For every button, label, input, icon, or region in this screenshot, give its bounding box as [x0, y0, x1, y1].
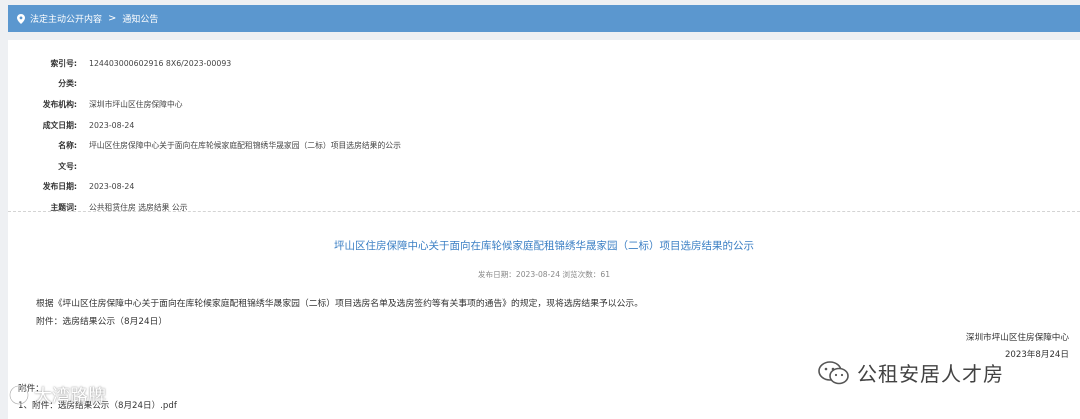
meta-row-written-date: 成文日期: 2023-08-24 — [8, 115, 1080, 136]
divider — [8, 211, 1080, 212]
breadcrumb-link-notices[interactable]: 通知公告 — [122, 12, 158, 25]
meta-row-category: 分类: — [8, 74, 1080, 95]
meta-label: 分类: — [58, 79, 77, 89]
location-pin-icon — [17, 13, 25, 24]
meta-label: 文号: — [58, 161, 77, 171]
meta-row-doc-number: 文号: — [8, 156, 1080, 177]
wechat-icon — [818, 360, 849, 384]
meta-row-name: 名称: 坪山区住房保障中心关于面向在库轮候家庭配租锦绣华晟家园（二标）项目选房结… — [8, 135, 1080, 156]
watermark-right-text: 公租安居人才房 — [857, 362, 1004, 386]
watermark-logo-icon — [9, 385, 29, 405]
breadcrumb: 法定主动公开内容 > 通知公告 — [8, 5, 1080, 32]
metadata-table: 索引号: 124403000602916 8X6/2023-00093 分类: … — [8, 53, 1080, 218]
article-info: 发布日期：2023-08-24 浏览次数：61 — [477, 270, 611, 279]
meta-label: 发布机构: — [42, 99, 77, 109]
meta-row-index: 索引号: 124403000602916 8X6/2023-00093 — [8, 53, 1080, 74]
breadcrumb-separator-icon: > — [108, 13, 117, 24]
meta-row-keywords: 主题词: 公共租赁住房 选房结果 公示 — [8, 197, 1080, 218]
meta-value: 2023-08-24 — [89, 120, 135, 130]
meta-label: 索引号: — [50, 58, 77, 68]
attachment-link[interactable]: 附件：选房结果公示（8月24日） — [36, 314, 167, 327]
meta-label: 成文日期: — [42, 120, 77, 130]
watermark-left: 大湾路牌 — [8, 382, 106, 408]
meta-value: 坪山区住房保障中心关于面向在库轮候家庭配租锦绣华晟家园（二标）项目选房结果的公示 — [89, 141, 401, 151]
article-title: 坪山区住房保障中心关于面向在库轮候家庭配租锦绣华晟家园（二标）项目选房结果的公示 — [334, 240, 754, 252]
meta-row-publish-date: 发布日期: 2023-08-24 — [8, 177, 1080, 198]
meta-label: 发布日期: — [42, 182, 77, 192]
article-body: 根据《坪山区住房保障中心关于面向在库轮候家庭配租锦绣华晟家园（二标）项目选房名单… — [36, 299, 643, 309]
breadcrumb-link-public-content[interactable]: 法定主动公开内容 — [30, 12, 102, 25]
meta-value: 2023-08-24 — [89, 182, 135, 192]
meta-row-publisher: 发布机构: 深圳市坪山区住房保障中心 — [8, 94, 1080, 115]
watermark-left-text: 大湾路牌 — [34, 386, 106, 407]
watermark-right: 公租安居人才房 — [817, 358, 1004, 387]
signature-date: 2023年8月24日 — [1004, 350, 1069, 360]
meta-value: 深圳市坪山区住房保障中心 — [89, 99, 183, 109]
signature-org: 深圳市坪山区住房保障中心 — [965, 333, 1069, 343]
meta-label: 名称: — [58, 141, 77, 151]
meta-value: 124403000602916 8X6/2023-00093 — [89, 58, 232, 68]
